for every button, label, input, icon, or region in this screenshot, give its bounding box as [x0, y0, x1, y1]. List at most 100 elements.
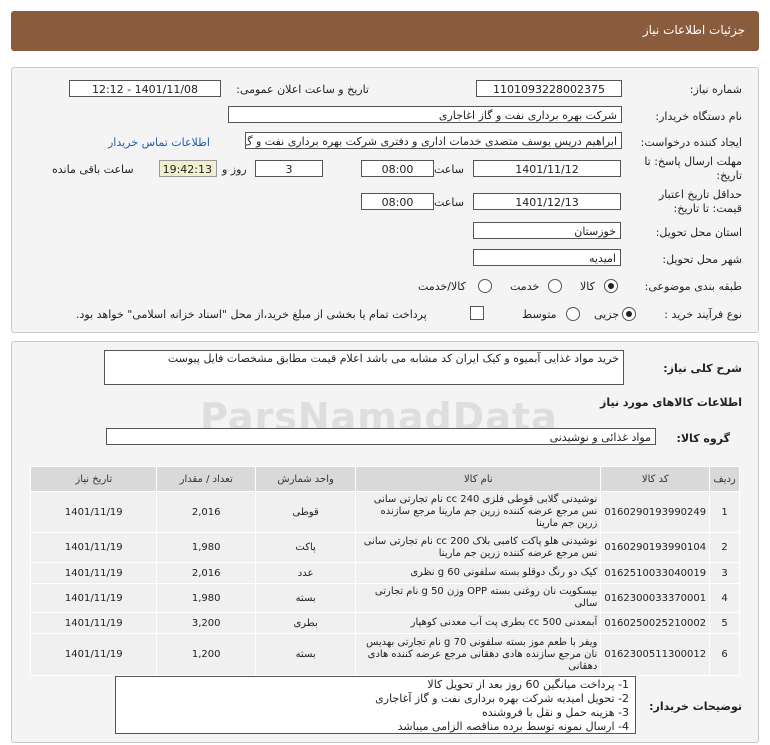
buyer-note-line: 2- تحویل امیدیه شرکت بهره برداری نفت و گ…	[375, 692, 629, 705]
item-code: 0160290193990104	[600, 532, 711, 563]
days-label: روز و	[222, 163, 247, 176]
table-header-row: ردیف کد کالا نام کالا واحد شمارش تعداد /…	[29, 466, 740, 492]
category-goods-service-radio[interactable]	[478, 279, 492, 293]
goods-group-label: گروه کالا:	[676, 432, 730, 445]
page-title: جزئیات اطلاعات نیاز	[642, 23, 745, 37]
province-field: خوزستان	[473, 222, 621, 239]
requester-field: ابراهیم دریس یوسف متصدی خدمات اداری و دف…	[245, 132, 622, 149]
item-unit: عدد	[254, 562, 357, 584]
table-row: 4 0162300033370001 بیسکویت نان روغنی بست…	[29, 583, 740, 613]
item-qty: 2,016	[156, 491, 256, 533]
reply-time-label: ساعت	[434, 163, 464, 176]
item-unit: پاکت	[254, 532, 357, 563]
item-date: 1401/11/19	[29, 491, 158, 533]
buyer-note-line: 1- پرداخت میانگین 60 روز بعد از تحویل کا…	[427, 678, 629, 691]
validity-date-field: 1401/12/13	[473, 193, 621, 210]
validity-time-label: ساعت	[434, 196, 464, 209]
buyer-note-line: 4- ارسال نمونه توسط برده مناقصه الزامی م…	[397, 720, 629, 733]
table-row: 1 0160290193990249 نوشیدنی گلابی قوطی فل…	[29, 491, 740, 533]
item-name: نوشیدنی گلابی قوطی فلزی 240 cc نام تجارت…	[355, 491, 602, 533]
price-validity-label: حداقل تاریخ اعتبار قیمت: تا تاریخ:	[658, 188, 742, 215]
item-name: بیسکویت نان روغنی بسته OPP وزن 50 g نام …	[355, 583, 602, 613]
page-header: جزئیات اطلاعات نیاز	[11, 11, 759, 51]
goods-table: ردیف کد کالا نام کالا واحد شمارش تعداد /…	[29, 466, 740, 676]
purchase-medium-label: متوسط	[522, 308, 557, 321]
item-code: 0160290193990249	[600, 491, 711, 533]
province-label: استان محل تحویل:	[655, 226, 742, 239]
category-goods-label: کالا	[580, 280, 595, 293]
table-row: 6 0162300511300012 ویفر با طعم موز بسته …	[29, 633, 740, 676]
category-service-radio[interactable]	[548, 279, 562, 293]
col-name-header: نام کالا	[355, 466, 602, 492]
need-number-label: شماره نیاز:	[689, 83, 742, 96]
item-unit: بسته	[254, 583, 357, 613]
purchase-minor-label: جزیی	[594, 308, 620, 321]
goods-section-title: اطلاعات کالاهای مورد نیاز	[600, 396, 742, 409]
col-row-header: ردیف	[709, 466, 740, 492]
item-date: 1401/11/19	[29, 532, 158, 563]
buyer-notes-label: توضیحات خریدار:	[649, 700, 742, 713]
purchase-minor-radio[interactable]	[622, 307, 636, 321]
description-label: شرح کلی نیاز:	[663, 362, 742, 375]
item-code: 0162300033370001	[600, 583, 711, 613]
row-index: 3	[709, 562, 740, 584]
purchase-medium-radio[interactable]	[566, 307, 580, 321]
item-name: کیک دو رنگ دوقلو بسته سلفونی 60 g نظری	[355, 562, 602, 584]
category-label: طبقه بندی موضوعی:	[644, 280, 742, 293]
item-name: نوشیدنی هلو پاکت کامبی بلاک 200 cc نام ت…	[355, 532, 602, 563]
remaining-time-field: 19:42:13	[159, 160, 217, 177]
col-code-header: کد کالا	[600, 466, 711, 492]
city-field: امیدیه	[473, 249, 621, 266]
reply-date-field: 1401/11/12	[473, 160, 621, 177]
remaining-time-label: ساعت باقی مانده	[52, 163, 134, 176]
row-index: 1	[709, 491, 740, 533]
item-date: 1401/11/19	[29, 633, 158, 676]
category-goods-service-label: کالا/خدمت	[418, 280, 466, 293]
description-field: خرید مواد غذایی آبمیوه و کیک ایران کد مش…	[104, 350, 624, 385]
treasury-payment-note: پرداخت تمام یا بخشی از مبلغ خرید،از محل …	[76, 308, 427, 321]
table-row: 5 0160250025210002 آبمعدنی 500 cc بطری پ…	[29, 612, 740, 634]
need-number-field: 1101093228002375	[476, 80, 622, 97]
item-code: 0160250025210002	[600, 612, 711, 634]
purchase-type-label: نوع فرآیند خرید :	[664, 308, 742, 321]
table-row: 2 0160290193990104 نوشیدنی هلو پاکت کامب…	[29, 532, 740, 563]
item-qty: 1,980	[156, 583, 256, 613]
days-remaining-field: 3	[255, 160, 323, 177]
item-qty: 3,200	[156, 612, 256, 634]
item-code: 0162300511300012	[600, 633, 711, 676]
item-qty: 1,200	[156, 633, 256, 676]
buyer-notes-box: 1- پرداخت میانگین 60 روز بعد از تحویل کا…	[115, 676, 636, 734]
item-qty: 1,980	[156, 532, 256, 563]
item-unit: بسته	[254, 633, 357, 676]
buyer-contact-link[interactable]: اطلاعات تماس خریدار	[108, 136, 210, 149]
category-service-label: خدمت	[510, 280, 540, 293]
reply-deadline-label: مهلت ارسال پاسخ: تا تاریخ:	[644, 155, 742, 182]
category-goods-radio[interactable]	[604, 279, 618, 293]
item-date: 1401/11/19	[29, 562, 158, 584]
item-name: آبمعدنی 500 cc بطری پت آب معدنی کوهپار	[355, 612, 602, 634]
reply-time-field: 08:00	[361, 160, 434, 177]
item-date: 1401/11/19	[29, 612, 158, 634]
item-qty: 2,016	[156, 562, 256, 584]
announce-label: تاریخ و ساعت اعلان عمومی:	[236, 83, 369, 96]
requester-label: ایجاد کننده درخواست:	[640, 136, 742, 149]
treasury-payment-checkbox[interactable]	[470, 306, 484, 320]
table-row: 3 0162510033040019 کیک دو رنگ دوقلو بسته…	[29, 562, 740, 584]
city-label: شهر محل تحویل:	[662, 253, 742, 266]
announce-field: 1401/11/08 - 12:12	[69, 80, 221, 97]
buyer-note-line: 3- هزینه حمل و نقل با فروشنده	[482, 706, 629, 719]
row-index: 5	[709, 612, 740, 634]
buyer-org-field: شرکت بهره برداری نفت و گاز اغاجاری	[228, 106, 622, 123]
row-index: 4	[709, 583, 740, 613]
item-code: 0162510033040019	[600, 562, 711, 584]
validity-time-field: 08:00	[361, 193, 434, 210]
row-index: 6	[709, 633, 740, 676]
col-qty-header: تعداد / مقدار	[156, 466, 256, 492]
item-unit: قوطی	[254, 491, 357, 533]
col-unit-header: واحد شمارش	[254, 466, 357, 492]
item-name: ویفر با طعم موز بسته سلفونی 70 g نام تجا…	[355, 633, 602, 676]
item-unit: بطری	[254, 612, 357, 634]
row-index: 2	[709, 532, 740, 563]
goods-group-field: مواد غذائی و نوشیدنی	[106, 428, 656, 445]
buyer-org-label: نام دستگاه خریدار:	[655, 110, 742, 123]
